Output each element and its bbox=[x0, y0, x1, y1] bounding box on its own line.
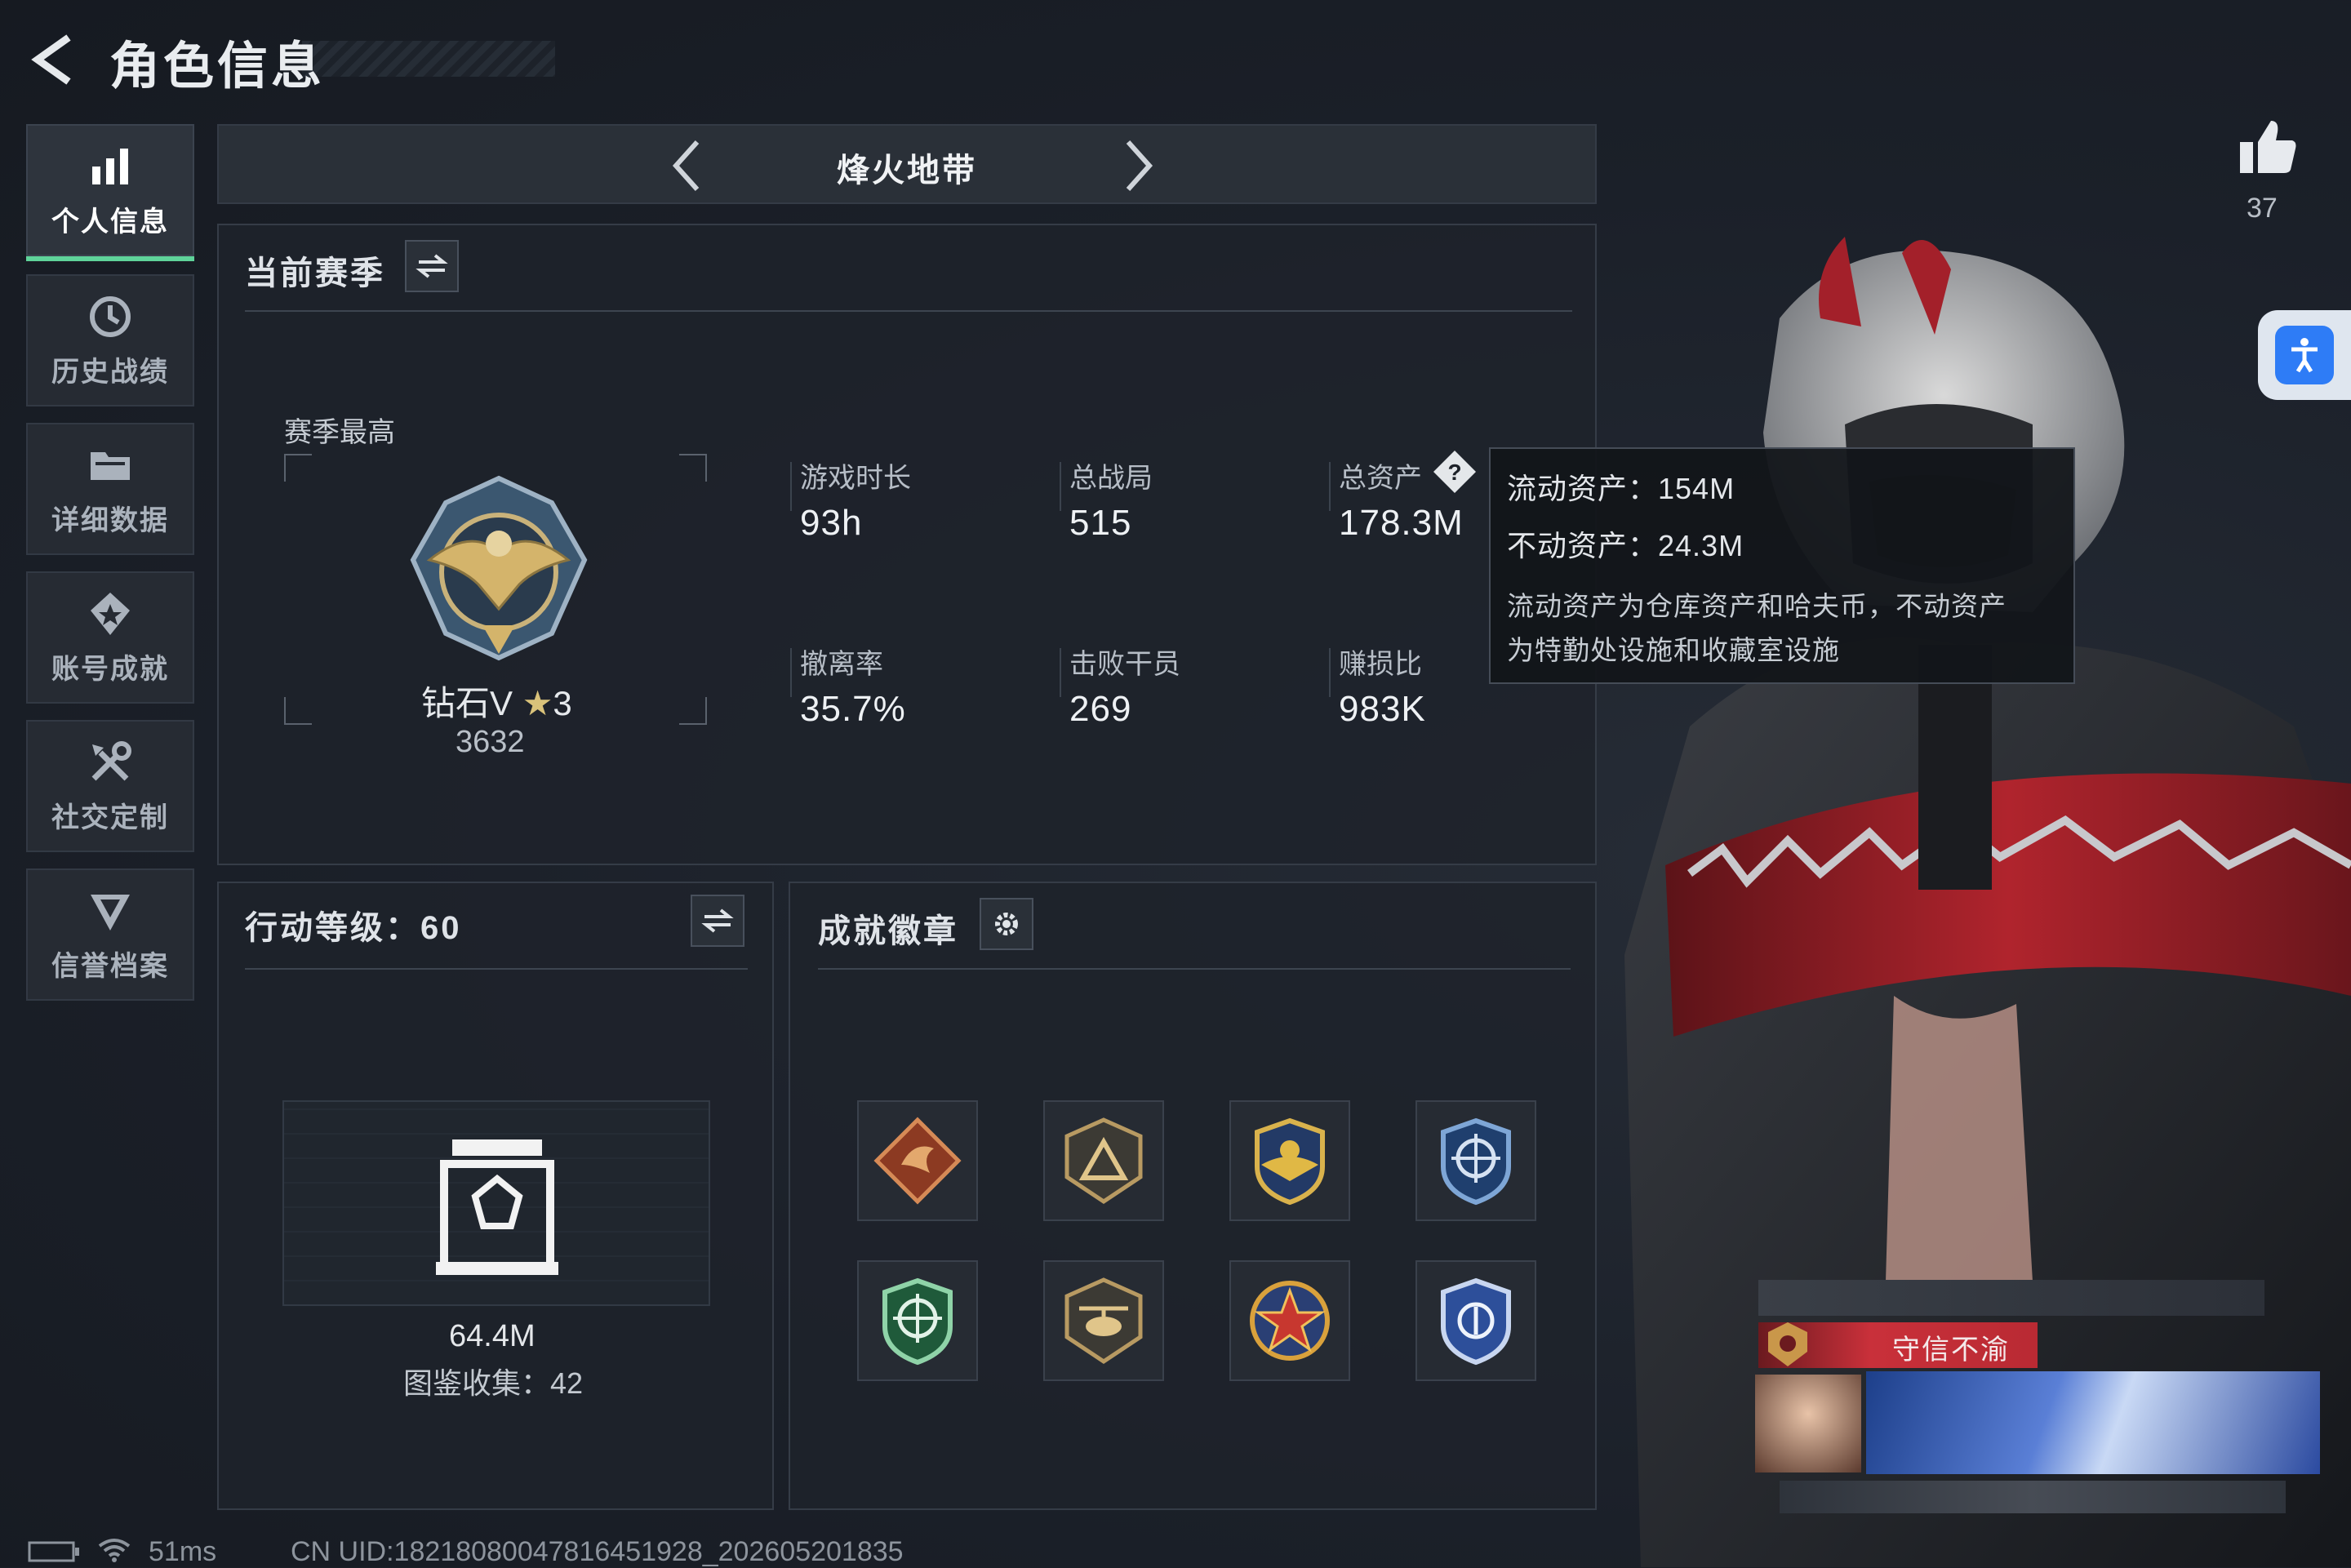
season-panel: 当前赛季 赛季最高 钻石V ★3 3632 游戏时长 93h 总战局 515 总… bbox=[217, 224, 1597, 865]
triangle-badge-icon bbox=[1064, 1117, 1143, 1205]
screen: 角色信息 个人信息 历史战绩 详细数据 账号成就 社交定制 信誉档案 烽火地带 … bbox=[0, 0, 2351, 1567]
sidebar-item-label: 详细数据 bbox=[51, 504, 169, 536]
chevron-right-icon[interactable] bbox=[1109, 135, 1166, 196]
asset-description-line: 流动资产为仓库资产和哈夫币，不动资产 bbox=[1507, 591, 2007, 621]
svg-text:?: ? bbox=[1447, 460, 1461, 485]
asset-description-line: 为特勤处设施和收藏室设施 bbox=[1507, 635, 1840, 665]
action-level-switch-button[interactable] bbox=[691, 895, 744, 947]
blurred-info-bar bbox=[1780, 1481, 2286, 1513]
stat-value: 178.3M bbox=[1339, 503, 1464, 543]
mode-title: 烽火地带 bbox=[837, 153, 977, 189]
page-title: 角色信息 bbox=[109, 38, 326, 95]
collection-cabinet-icon bbox=[436, 1139, 558, 1275]
sidebar-item-achievements[interactable]: 账号成就 bbox=[26, 571, 194, 704]
badge-slot[interactable] bbox=[1229, 1100, 1350, 1221]
badges-settings-button[interactable] bbox=[980, 898, 1033, 950]
eagle-blue-badge-icon bbox=[1441, 1277, 1511, 1366]
title-decoration bbox=[302, 41, 555, 77]
diamond-rank-emblem bbox=[410, 475, 588, 661]
collection-frame[interactable] bbox=[282, 1100, 710, 1306]
rank-name: 钻石V ★3 bbox=[421, 684, 572, 722]
fixed-assets: 不动资产：24.3M bbox=[1507, 529, 1744, 562]
badge-slot[interactable] bbox=[1229, 1260, 1350, 1381]
stat-value: 269 bbox=[1069, 689, 1132, 729]
back-arrow-icon[interactable] bbox=[26, 31, 83, 88]
action-level-panel: 行动等级：60 64.4M 图鉴收集：42 bbox=[217, 882, 774, 1510]
blurred-info-bar bbox=[1758, 1280, 2264, 1316]
collection-value: 64.4M bbox=[449, 1319, 536, 1353]
dragon-badge-icon bbox=[873, 1117, 962, 1205]
sidebar-item-label: 账号成就 bbox=[51, 653, 169, 685]
badge-slot[interactable] bbox=[1415, 1260, 1536, 1381]
badge-slot[interactable] bbox=[1043, 1260, 1164, 1381]
uid-text: CN UID:18218080047816451928_202605201835 bbox=[291, 1536, 904, 1567]
wings-gold-badge-icon bbox=[1255, 1117, 1325, 1206]
liquid-assets: 流动资产：154M bbox=[1507, 472, 1735, 505]
stat-label: 总战局 bbox=[1069, 463, 1153, 494]
stat-label: 击败干员 bbox=[1069, 649, 1180, 680]
battery-icon bbox=[28, 1541, 79, 1562]
sidebar-item-label: 个人信息 bbox=[51, 206, 169, 238]
crosshair-blue-badge-icon bbox=[1441, 1117, 1511, 1206]
stat-label: 赚损比 bbox=[1339, 649, 1422, 680]
swap-icon bbox=[416, 254, 448, 278]
action-level-title: 行动等级：60 bbox=[245, 910, 462, 946]
sidebar-item-history[interactable]: 历史战绩 bbox=[26, 274, 194, 406]
stat-value: 93h bbox=[800, 503, 863, 543]
wifi-icon bbox=[98, 1539, 131, 1562]
name-card-banner[interactable] bbox=[1866, 1371, 2320, 1474]
sidebar-item-label: 信誉档案 bbox=[51, 950, 169, 982]
ping-value: 51ms bbox=[149, 1536, 217, 1567]
tools-icon bbox=[91, 740, 131, 780]
rank-score: 3632 bbox=[456, 725, 525, 759]
sidebar-item-label: 社交定制 bbox=[51, 802, 169, 833]
sidebar-item-reputation[interactable]: 信誉档案 bbox=[26, 868, 194, 1001]
honor-title: 守信不渝 bbox=[1892, 1335, 2010, 1366]
sidebar-item-detail-data[interactable]: 详细数据 bbox=[26, 423, 194, 555]
thumbs-up-icon[interactable] bbox=[2235, 114, 2300, 180]
bar-chart-icon bbox=[92, 148, 128, 184]
help-icon[interactable]: ? bbox=[1432, 449, 1478, 495]
star-icon: ★ bbox=[522, 684, 553, 722]
badges-title: 成就徽章 bbox=[818, 913, 958, 949]
asset-tooltip: 流动资产：154M 不动资产：24.3M 流动资产为仓库资产和哈夫币，不动资产 … bbox=[1489, 447, 2075, 684]
mode-selector: 烽火地带 bbox=[217, 124, 1597, 204]
folder-icon bbox=[91, 451, 130, 480]
badge-slot[interactable] bbox=[1415, 1100, 1536, 1221]
honor-emblem-icon bbox=[1768, 1322, 1807, 1366]
stat-value: 35.7% bbox=[800, 689, 906, 729]
collection-count: 图鉴收集：42 bbox=[403, 1366, 584, 1400]
sidebar-item-label: 历史战绩 bbox=[51, 356, 169, 388]
asset-description: 流动资产为仓库资产和哈夫币，不动资产 为特勤处设施和收藏室设施 bbox=[1507, 584, 2057, 673]
helicopter-badge-icon bbox=[1064, 1277, 1143, 1365]
season-title: 当前赛季 bbox=[245, 255, 385, 291]
reputation-icon bbox=[91, 894, 130, 931]
stat-value: 515 bbox=[1069, 503, 1132, 543]
stat-value: 983K bbox=[1339, 689, 1426, 729]
gear-icon bbox=[995, 913, 1018, 935]
season-best-label: 赛季最高 bbox=[284, 417, 395, 448]
achievement-badges-panel: 成就徽章 bbox=[789, 882, 1597, 1510]
player-avatar[interactable] bbox=[1755, 1375, 1861, 1472]
badge-slot[interactable] bbox=[857, 1100, 978, 1221]
stat-label: 总资产 bbox=[1339, 463, 1422, 494]
badge-slot[interactable] bbox=[1043, 1100, 1164, 1221]
badge-slot[interactable] bbox=[857, 1260, 978, 1381]
like-count: 37 bbox=[2247, 193, 2278, 224]
sidebar-item-personal-info[interactable]: 个人信息 bbox=[26, 124, 194, 261]
season-switch-button[interactable] bbox=[405, 240, 459, 292]
stat-label: 撤离率 bbox=[800, 649, 883, 680]
crosshair-green-badge-icon bbox=[882, 1277, 953, 1366]
sidebar-item-social[interactable]: 社交定制 bbox=[26, 720, 194, 852]
accessibility-button[interactable] bbox=[2258, 310, 2351, 400]
accessibility-icon bbox=[2291, 338, 2318, 373]
star-badge-icon bbox=[1250, 1281, 1330, 1361]
history-clock-icon bbox=[90, 295, 131, 337]
achievement-icon bbox=[91, 592, 130, 635]
stat-label: 游戏时长 bbox=[800, 463, 911, 494]
swap-icon bbox=[701, 908, 734, 933]
